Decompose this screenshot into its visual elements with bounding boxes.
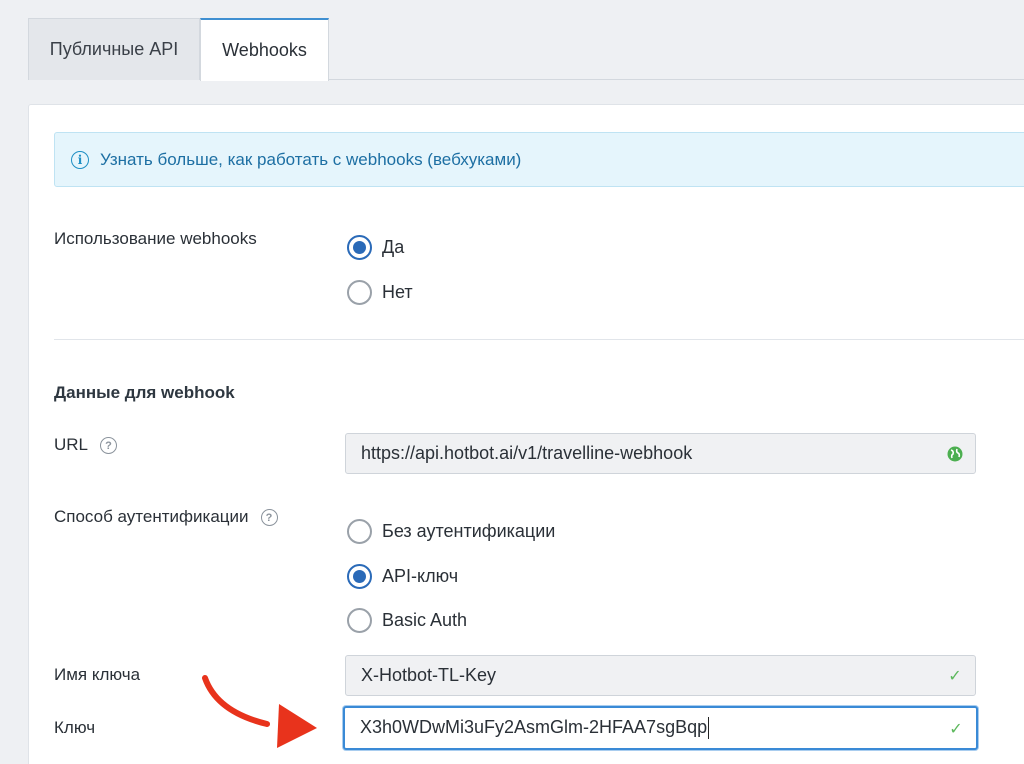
url-field[interactable]: https://api.hotbot.ai/v1/travelline-webh… <box>345 433 976 474</box>
auth-radio-api-key[interactable]: API-ключ <box>347 564 458 589</box>
radio-label: Да <box>382 237 405 257</box>
webhooks-panel: i Узнать больше, как работать с webhooks… <box>28 104 1024 764</box>
radio-button[interactable] <box>347 608 372 633</box>
key-label: Ключ <box>54 718 96 737</box>
usage-label: Использование webhooks <box>54 229 257 248</box>
key-field[interactable]: X3h0WDwMi3uFy2AsmGlm-2HFAA7sgBqp ✓ <box>343 706 978 750</box>
radio-label: Без аутентификации <box>382 521 556 541</box>
help-icon[interactable]: ? <box>100 437 118 455</box>
check-icon: ✓ <box>948 666 962 685</box>
text-caret <box>708 717 710 740</box>
info-banner: i Узнать больше, как работать с webhooks… <box>54 132 1024 187</box>
key-name-label: Имя ключа <box>54 665 141 684</box>
url-value: https://api.hotbot.ai/v1/travelline-webh… <box>361 443 693 463</box>
divider <box>54 339 1024 340</box>
key-name-value: X-Hotbot-TL-Key <box>361 665 497 685</box>
info-icon: i <box>71 150 89 169</box>
radio-button[interactable] <box>347 519 372 544</box>
usage-radio-yes[interactable]: Да <box>347 235 404 260</box>
auth-label: Способ аутентификации <box>54 507 249 526</box>
radio-label: API-ключ <box>382 566 459 586</box>
check-icon: ✓ <box>949 718 963 738</box>
globe-icon <box>947 446 963 462</box>
tab-webhooks[interactable]: Webhooks <box>200 18 329 81</box>
learn-more-link[interactable]: Узнать больше, как работать с webhooks (… <box>100 150 521 170</box>
annotation-arrow-icon <box>202 675 317 748</box>
auth-radio-basic[interactable]: Basic Auth <box>347 608 467 633</box>
section-title: Данные для webhook <box>54 383 235 402</box>
help-icon[interactable]: ? <box>260 509 278 527</box>
url-label-row: URL? <box>54 435 118 455</box>
tab-public-api[interactable]: Публичные API <box>28 18 200 80</box>
tab-bar: Публичные API Webhooks <box>28 18 1024 81</box>
auth-radio-none[interactable]: Без аутентификации <box>347 519 555 544</box>
radio-button-checked[interactable] <box>347 235 372 260</box>
key-value-wrap: X3h0WDwMi3uFy2AsmGlm-2HFAA7sgBqp <box>360 716 948 740</box>
radio-button[interactable] <box>347 280 372 305</box>
key-value: X3h0WDwMi3uFy2AsmGlm-2HFAA7sgBqp <box>360 716 708 737</box>
radio-label: Нет <box>382 282 413 302</box>
key-name-field[interactable]: X-Hotbot-TL-Key ✓ <box>345 655 976 696</box>
auth-label-row: Способ аутентификации? <box>54 507 278 527</box>
radio-button-checked[interactable] <box>347 564 372 589</box>
usage-radio-no[interactable]: Нет <box>347 280 413 305</box>
radio-label: Basic Auth <box>382 610 468 630</box>
url-label: URL <box>54 435 89 454</box>
